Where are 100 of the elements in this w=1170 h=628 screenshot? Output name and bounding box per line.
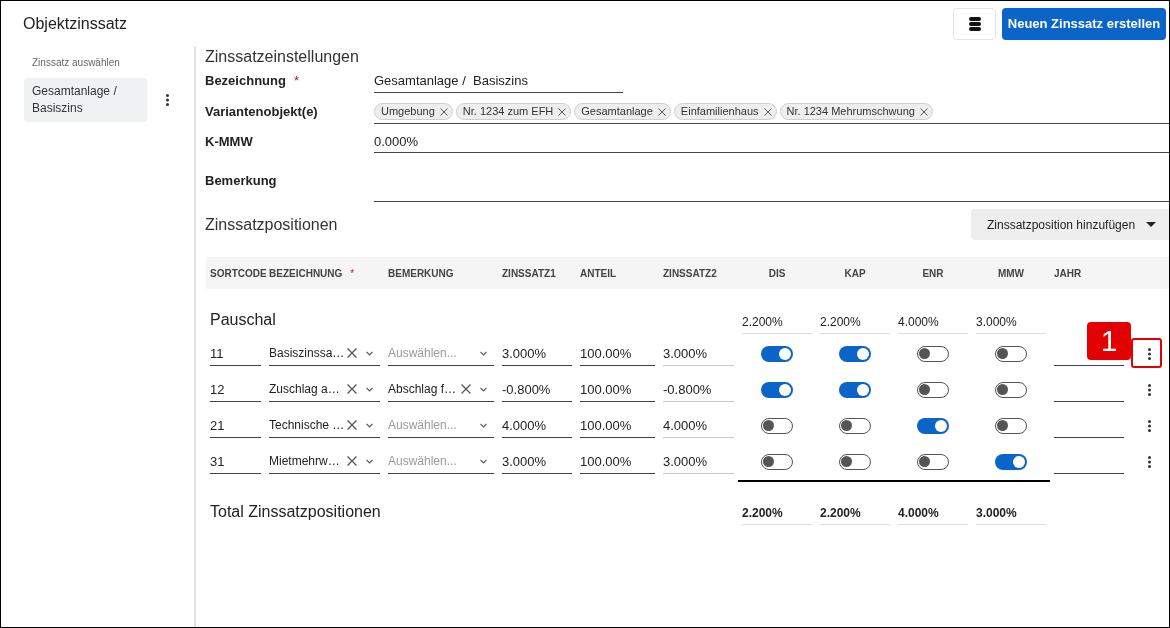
toggle-switch[interactable] xyxy=(995,345,1027,362)
text-input[interactable]: 21 xyxy=(210,413,261,438)
tag-chip[interactable]: Gesamtanlage xyxy=(574,103,671,120)
chevron-down-icon[interactable] xyxy=(480,350,487,356)
database-icon xyxy=(968,16,981,31)
text-input[interactable]: 3.000% xyxy=(663,341,734,366)
column-header: BEZEICHNUNG xyxy=(269,266,343,281)
chevron-down-icon[interactable] xyxy=(480,422,487,428)
kebab-menu-icon[interactable] xyxy=(166,94,169,106)
close-icon[interactable] xyxy=(657,107,666,116)
toggle-switch[interactable] xyxy=(917,453,949,470)
toggle-switch[interactable] xyxy=(761,417,793,434)
close-icon[interactable] xyxy=(461,384,471,394)
text-input[interactable]: -0.800% xyxy=(502,377,572,402)
column-header: ZINSSATZ2 xyxy=(663,266,717,281)
toggle-switch[interactable] xyxy=(839,417,871,434)
text-input[interactable]: 11 xyxy=(210,341,261,366)
text-input[interactable]: 31 xyxy=(210,449,261,474)
subtotal-value: 3.000% xyxy=(976,310,1046,334)
text-input[interactable]: 3.000% xyxy=(502,341,572,366)
text-input[interactable]: 0.000% xyxy=(374,131,1169,153)
group-title: Pauschal xyxy=(210,309,277,330)
text-input[interactable]: 100.00% xyxy=(580,341,655,366)
text-input[interactable]: 100.00% xyxy=(580,413,655,438)
total-label: Total Zinssatzpositionen xyxy=(210,501,382,522)
total-value: 3.000% xyxy=(976,501,1046,525)
caret-down-icon xyxy=(1146,222,1157,227)
text-input[interactable]: 12 xyxy=(210,377,261,402)
toggle-switch[interactable] xyxy=(761,453,793,470)
select-field[interactable]: Basiszinssa… xyxy=(269,341,380,366)
column-header: KAP xyxy=(844,266,866,281)
select-field[interactable]: Technische … xyxy=(269,413,380,438)
close-icon[interactable] xyxy=(763,107,772,116)
section-title: Zinssatzeinstellungen xyxy=(205,47,360,67)
total-value: 2.200% xyxy=(742,501,812,525)
chevron-down-icon[interactable] xyxy=(480,458,487,464)
tag-chip[interactable]: Umgebung xyxy=(374,103,453,120)
select-field[interactable]: Mietmehrw… xyxy=(269,449,380,474)
field-label: Variantenobjekt(e) xyxy=(205,103,318,122)
toggle-switch[interactable] xyxy=(839,345,871,362)
total-value: 2.200% xyxy=(820,501,890,525)
close-icon[interactable] xyxy=(439,107,448,116)
text-input[interactable]: 100.00% xyxy=(580,377,655,402)
column-header: MMW xyxy=(997,266,1025,281)
section-title: Zinssatzpositionen xyxy=(205,214,339,235)
chevron-down-icon[interactable] xyxy=(366,386,373,392)
kebab-menu-icon[interactable] xyxy=(1147,455,1151,468)
total-value: 4.000% xyxy=(898,501,968,525)
chevron-down-icon[interactable] xyxy=(366,422,373,428)
toggle-switch[interactable] xyxy=(995,417,1027,434)
tag-chip[interactable]: Einfamilienhaus xyxy=(673,103,777,120)
text-input[interactable]: 3.000% xyxy=(502,449,572,474)
add-position-button[interactable]: Zinssatzposition hinzufügen xyxy=(971,209,1169,240)
close-icon[interactable] xyxy=(558,107,567,116)
sidebar-item[interactable]: Gesamtanlage / Basiszins xyxy=(24,78,147,122)
tag-chip[interactable]: Nr. 1234 zum EFH xyxy=(455,103,572,120)
column-header: JAHR xyxy=(1054,266,1082,281)
chips-field[interactable]: Umgebung Nr. 1234 zum EFH Gesamtanlage Einfamilienhaus Nr. 1234 Mehrumschwung xyxy=(374,100,1169,124)
close-icon[interactable] xyxy=(919,107,928,116)
column-header: ANTEIL xyxy=(580,266,617,281)
database-button[interactable] xyxy=(953,7,996,40)
close-icon[interactable] xyxy=(347,348,357,358)
create-button[interactable]: Neuen Zinssatz erstellen xyxy=(1002,7,1166,40)
tag-chip[interactable]: Nr. 1234 Mehrumschwung xyxy=(779,103,933,120)
field-label: K-MMW xyxy=(205,133,253,152)
text-input[interactable]: 4.000% xyxy=(663,413,734,438)
subtotal-value: 2.200% xyxy=(820,310,890,334)
toggle-switch[interactable] xyxy=(761,381,793,398)
text-input[interactable]: 3.000% xyxy=(663,449,734,474)
text-input[interactable]: 4.000% xyxy=(502,413,572,438)
text-input[interactable]: -0.800% xyxy=(663,377,734,402)
callout-badge: 1 xyxy=(1087,322,1131,360)
toggle-switch[interactable] xyxy=(917,417,949,434)
toggle-switch[interactable] xyxy=(917,381,949,398)
chevron-down-icon[interactable] xyxy=(366,350,373,356)
toggle-switch[interactable] xyxy=(839,453,871,470)
kebab-menu-icon[interactable] xyxy=(1147,347,1151,360)
subtotal-value: 2.200% xyxy=(742,310,812,334)
select-field[interactable]: Abschlag f… xyxy=(388,377,494,402)
kebab-menu-icon[interactable] xyxy=(1147,419,1151,432)
required-mark: * xyxy=(350,266,355,281)
column-header: DIS xyxy=(768,266,786,281)
field-label: Bemerkung xyxy=(205,172,277,191)
close-icon[interactable] xyxy=(347,456,357,466)
column-header: BEMERKUNG xyxy=(388,266,454,281)
toggle-switch[interactable] xyxy=(995,453,1027,470)
kebab-menu-icon[interactable] xyxy=(1147,383,1151,396)
toggle-switch[interactable] xyxy=(917,345,949,362)
close-icon[interactable] xyxy=(347,420,357,430)
toggle-switch[interactable] xyxy=(995,381,1027,398)
chevron-down-icon[interactable] xyxy=(480,386,487,392)
select-field[interactable]: Zuschlag a… xyxy=(269,377,380,402)
text-input[interactable]: Gesamtanlage / Basiszins xyxy=(374,69,623,93)
text-input[interactable]: 100.00% xyxy=(580,449,655,474)
chevron-down-icon[interactable] xyxy=(366,458,373,464)
toggle-switch[interactable] xyxy=(761,345,793,362)
field-label: Bezeichnung xyxy=(205,72,286,91)
toggle-switch[interactable] xyxy=(839,381,871,398)
close-icon[interactable] xyxy=(347,384,357,394)
subtotal-value: 4.000% xyxy=(898,310,968,334)
